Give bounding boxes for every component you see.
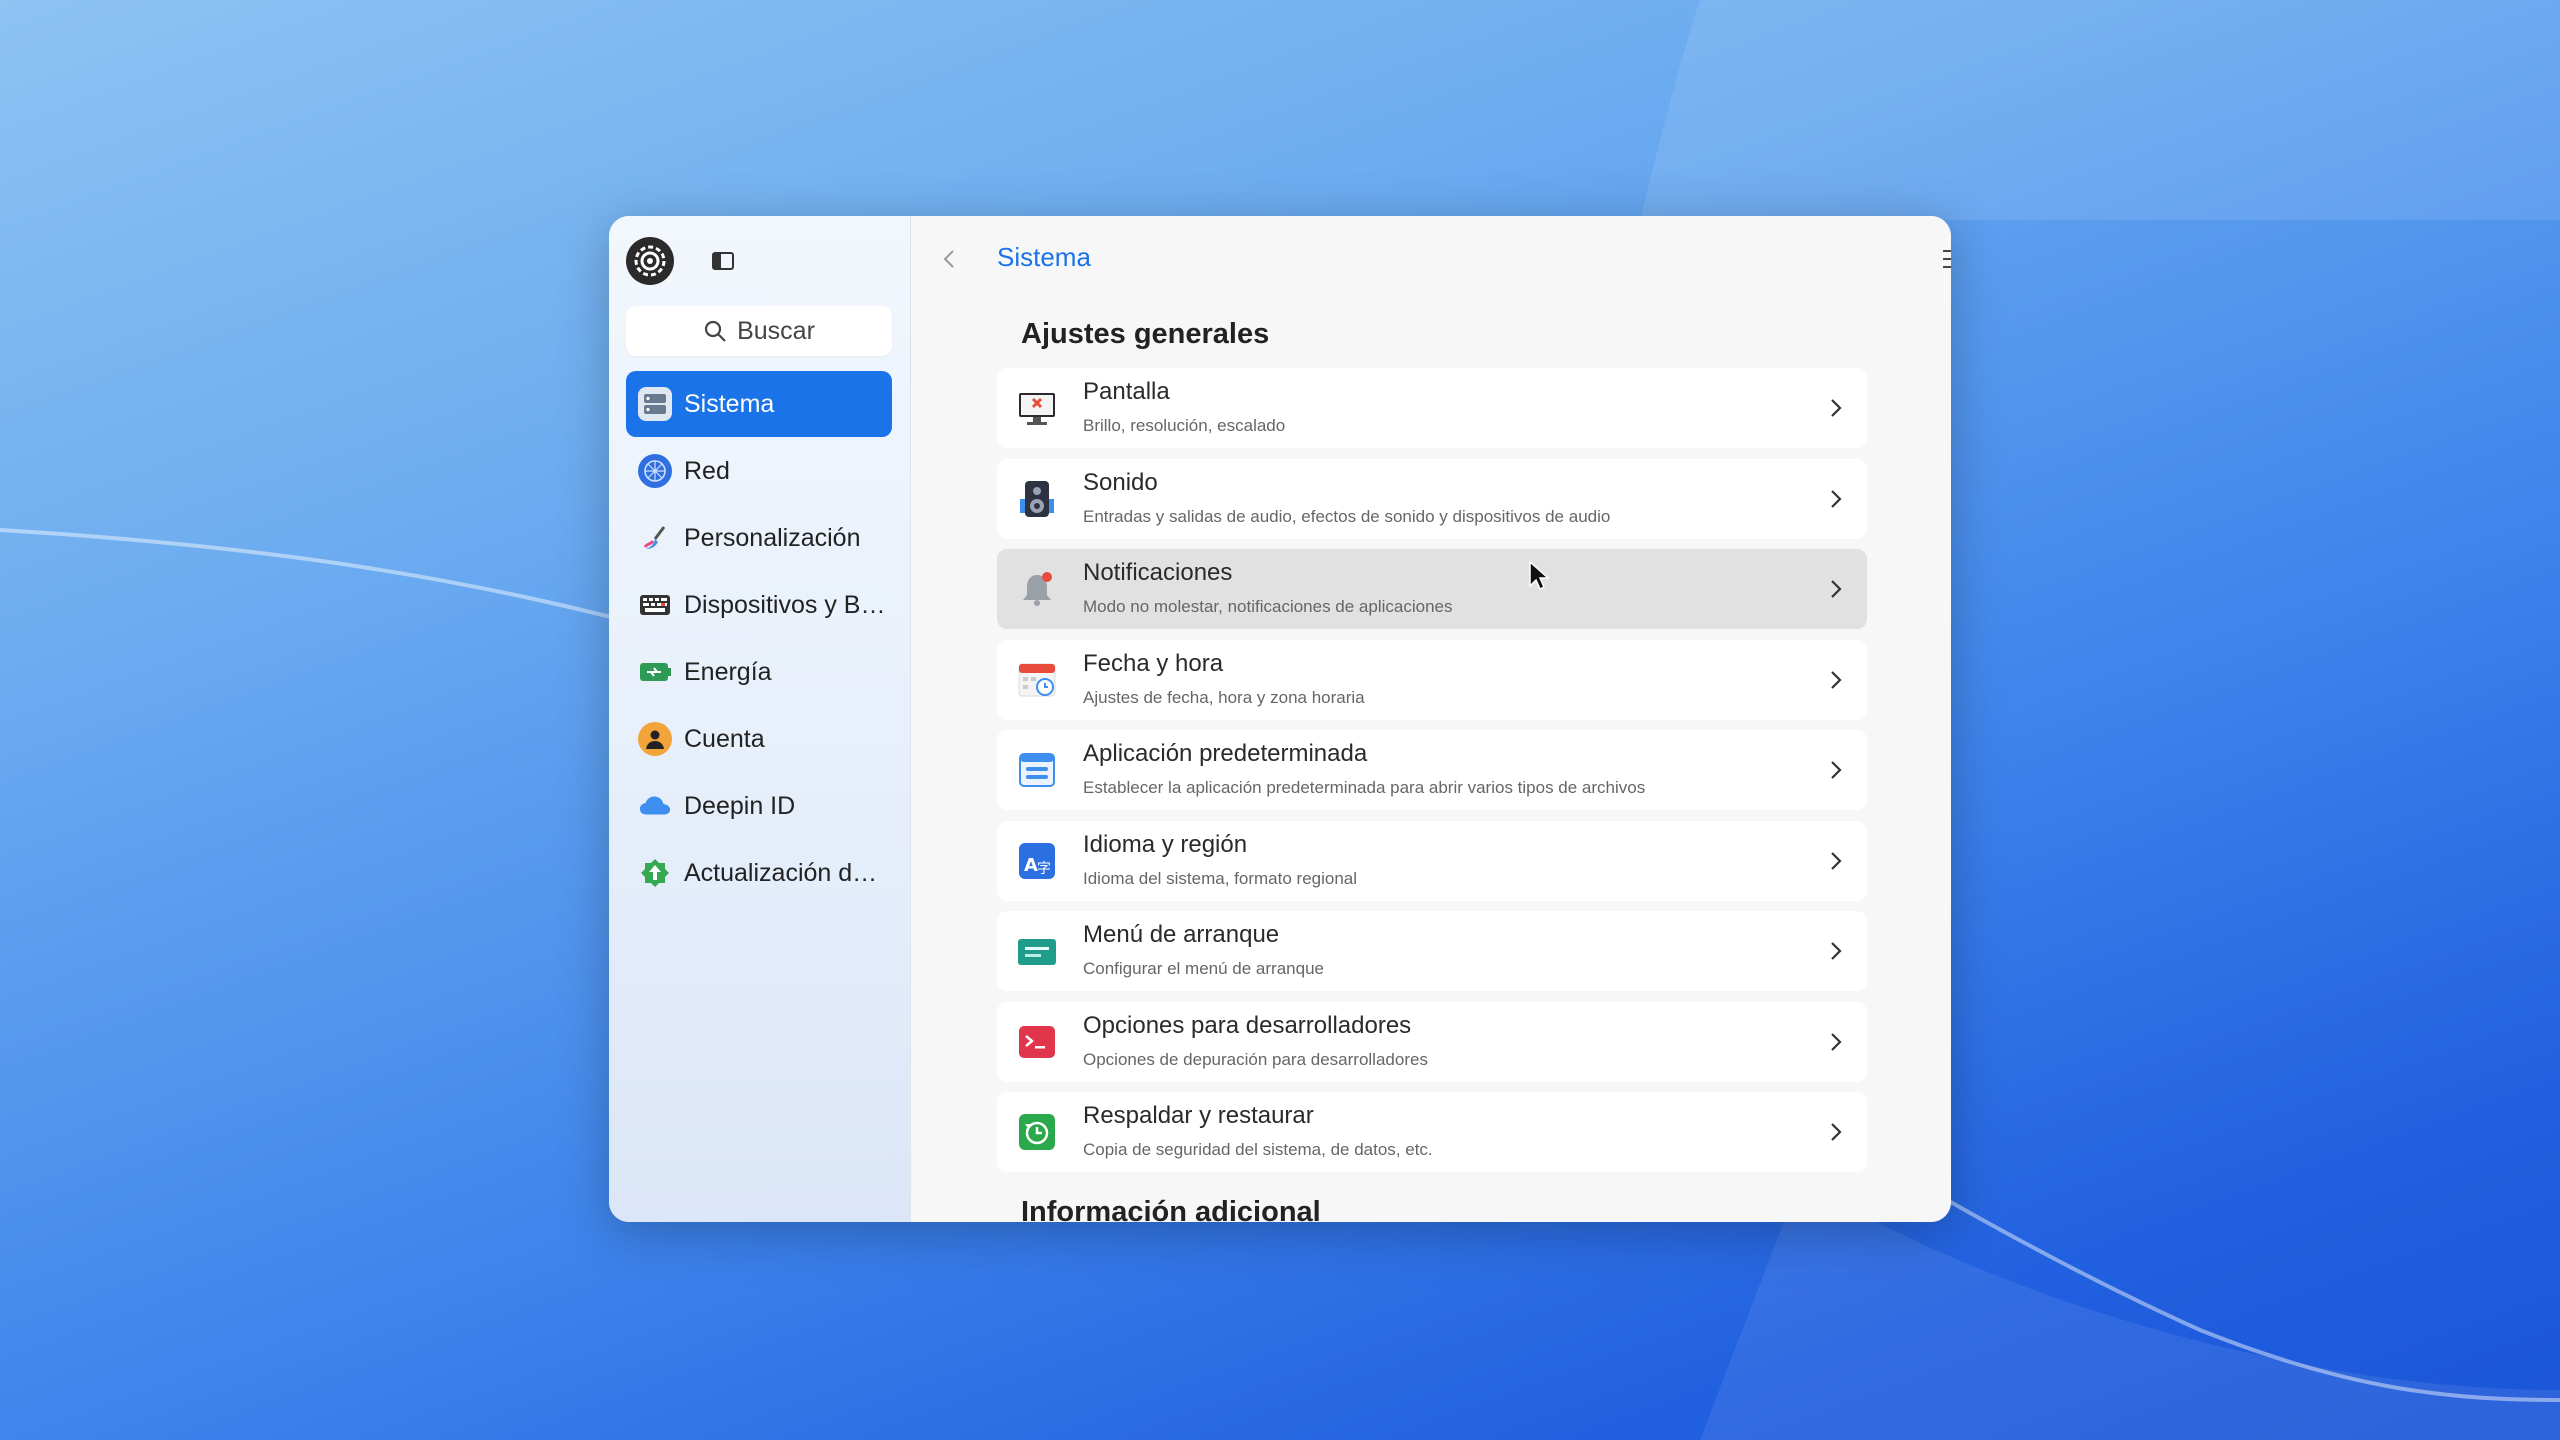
personalization-icon — [638, 521, 672, 555]
list-item-opciones-desarrolladores[interactable]: Opciones para desarrolladores Opciones d… — [997, 1001, 1867, 1082]
svg-text:A: A — [1024, 855, 1038, 876]
sidebar-toggle-icon[interactable] — [712, 252, 734, 270]
sidebar-item-label: Red — [684, 456, 730, 485]
speaker-icon — [1020, 480, 1054, 517]
network-icon — [638, 454, 672, 488]
settings-gear-icon — [626, 237, 674, 285]
titlebar: Sistema — [911, 216, 1951, 302]
list-item-fecha-y-hora[interactable]: Fecha y hora Ajustes de fecha, hora y zo… — [997, 639, 1867, 720]
boot-menu-icon — [1018, 939, 1056, 965]
list-item-respaldar-y-restaurar[interactable]: Respaldar y restaurar Copia de seguridad… — [997, 1092, 1867, 1172]
sidebar-item-label: Actualización d… — [684, 858, 878, 887]
sidebar-item-label: Personalización — [684, 523, 861, 552]
row-title: Opciones para desarrolladores — [1083, 1011, 1412, 1039]
sidebar-item-energia[interactable]: Energía — [626, 639, 892, 705]
sidebar-item-red[interactable]: Red — [626, 438, 892, 504]
search-placeholder: Buscar — [737, 316, 815, 345]
chevron-right-icon — [1831, 399, 1842, 417]
row-subtitle: Establecer la aplicación predeterminada … — [1083, 778, 1646, 797]
devices-icon — [638, 588, 672, 622]
sidebar-item-cuenta[interactable]: Cuenta — [626, 706, 892, 772]
search-icon — [704, 320, 726, 342]
sidebar-item-deepin-id[interactable]: Deepin ID — [626, 773, 892, 839]
settings-window: Buscar Sistema Red Personalización Dispo… — [609, 216, 1951, 1222]
chevron-right-icon — [1831, 942, 1842, 960]
row-title: Pantalla — [1083, 378, 1170, 405]
row-title: Notificaciones — [1083, 559, 1233, 586]
sidebar-item-dispositivos[interactable]: Dispositivos y B… — [626, 572, 892, 638]
svg-text:字: 字 — [1037, 861, 1051, 877]
chevron-right-icon — [1831, 851, 1842, 870]
chevron-right-icon — [1831, 670, 1842, 689]
sidebar-item-label: Energía — [684, 657, 772, 686]
row-title: Aplicación predeterminada — [1083, 740, 1368, 767]
calendar-icon — [1018, 663, 1056, 696]
chevron-right-icon — [1831, 1123, 1842, 1141]
list-item-aplicacion-predeterminada[interactable]: Aplicación predeterminada Establecer la … — [997, 730, 1867, 810]
sidebar-nav: Sistema Red Personalización Dispositivos… — [626, 371, 892, 906]
menu-icon — [1943, 250, 1951, 268]
chevron-right-icon — [1831, 580, 1842, 598]
sidebar-item-label: Dispositivos y B… — [684, 590, 886, 619]
row-title: Sonido — [1083, 468, 1158, 496]
row-subtitle: Brillo, resolución, escalado — [1083, 416, 1286, 435]
backup-icon — [1019, 1114, 1055, 1150]
account-icon — [638, 722, 672, 756]
sidebar: Buscar Sistema Red Personalización Dispo… — [609, 216, 911, 1222]
row-subtitle: Configurar el menú de arranque — [1083, 959, 1324, 978]
language-icon: A字 — [1019, 842, 1055, 879]
cloud-icon — [638, 789, 672, 823]
list-item-pantalla[interactable]: Pantalla Brillo, resolución, escalado — [997, 368, 1867, 448]
list-item-sonido[interactable]: Sonido Entradas y salidas de audio, efec… — [997, 458, 1867, 539]
chevron-right-icon — [1831, 489, 1842, 508]
sidebar-item-sistema[interactable]: Sistema — [626, 371, 892, 437]
sidebar-item-actualizacion[interactable]: Actualización d… — [626, 840, 892, 906]
row-subtitle: Entradas y salidas de audio, efectos de … — [1083, 506, 1611, 526]
display-icon — [1019, 393, 1055, 425]
page-title: Sistema — [997, 242, 1091, 272]
menu-button[interactable] — [1933, 239, 1951, 279]
sidebar-item-personalizacion[interactable]: Personalización — [626, 505, 892, 571]
sidebar-item-label: Sistema — [684, 389, 775, 418]
row-subtitle: Copia de seguridad del sistema, de datos… — [1083, 1140, 1433, 1159]
main-panel: Sistema Ajustes generales Pantalla Brill… — [911, 216, 1951, 1222]
row-title: Menú de arranque — [1083, 921, 1280, 948]
row-title: Fecha y hora — [1083, 649, 1224, 677]
bell-icon — [1023, 572, 1052, 606]
row-subtitle: Ajustes de fecha, hora y zona horaria — [1083, 687, 1365, 707]
back-arrow-icon[interactable] — [937, 246, 963, 272]
settings-list: Pantalla Brillo, resolución, escalado So… — [997, 368, 1867, 1183]
sidebar-item-label: Cuenta — [684, 724, 765, 753]
section-title-general: Ajustes generales — [1021, 318, 1270, 350]
chevron-right-icon — [1831, 761, 1842, 779]
row-subtitle: Opciones de depuración para desarrollado… — [1083, 1049, 1428, 1069]
row-subtitle: Idioma del sistema, formato regional — [1083, 868, 1358, 888]
search-input[interactable]: Buscar — [626, 306, 892, 356]
list-item-menu-de-arranque[interactable]: Menú de arranque Configurar el menú de a… — [997, 911, 1867, 991]
chevron-right-icon — [1831, 1032, 1842, 1051]
default-app-icon — [1019, 753, 1055, 787]
row-title: Idioma y región — [1083, 830, 1248, 858]
section-title-additional: Información adicional — [1021, 1196, 1321, 1222]
power-icon — [638, 655, 672, 689]
list-item-idioma-y-region[interactable]: A字 Idioma y región Idioma del sistema, f… — [997, 820, 1867, 901]
mouse-cursor-icon — [1529, 560, 1550, 591]
row-title: Respaldar y restaurar — [1083, 1102, 1314, 1129]
update-icon — [638, 856, 672, 890]
row-subtitle: Modo no molestar, notificaciones de apli… — [1083, 597, 1453, 616]
sidebar-item-label: Deepin ID — [684, 791, 796, 820]
system-icon — [638, 387, 672, 421]
list-item-notificaciones[interactable]: Notificaciones Modo no molestar, notific… — [997, 549, 1867, 629]
terminal-icon — [1019, 1025, 1055, 1058]
